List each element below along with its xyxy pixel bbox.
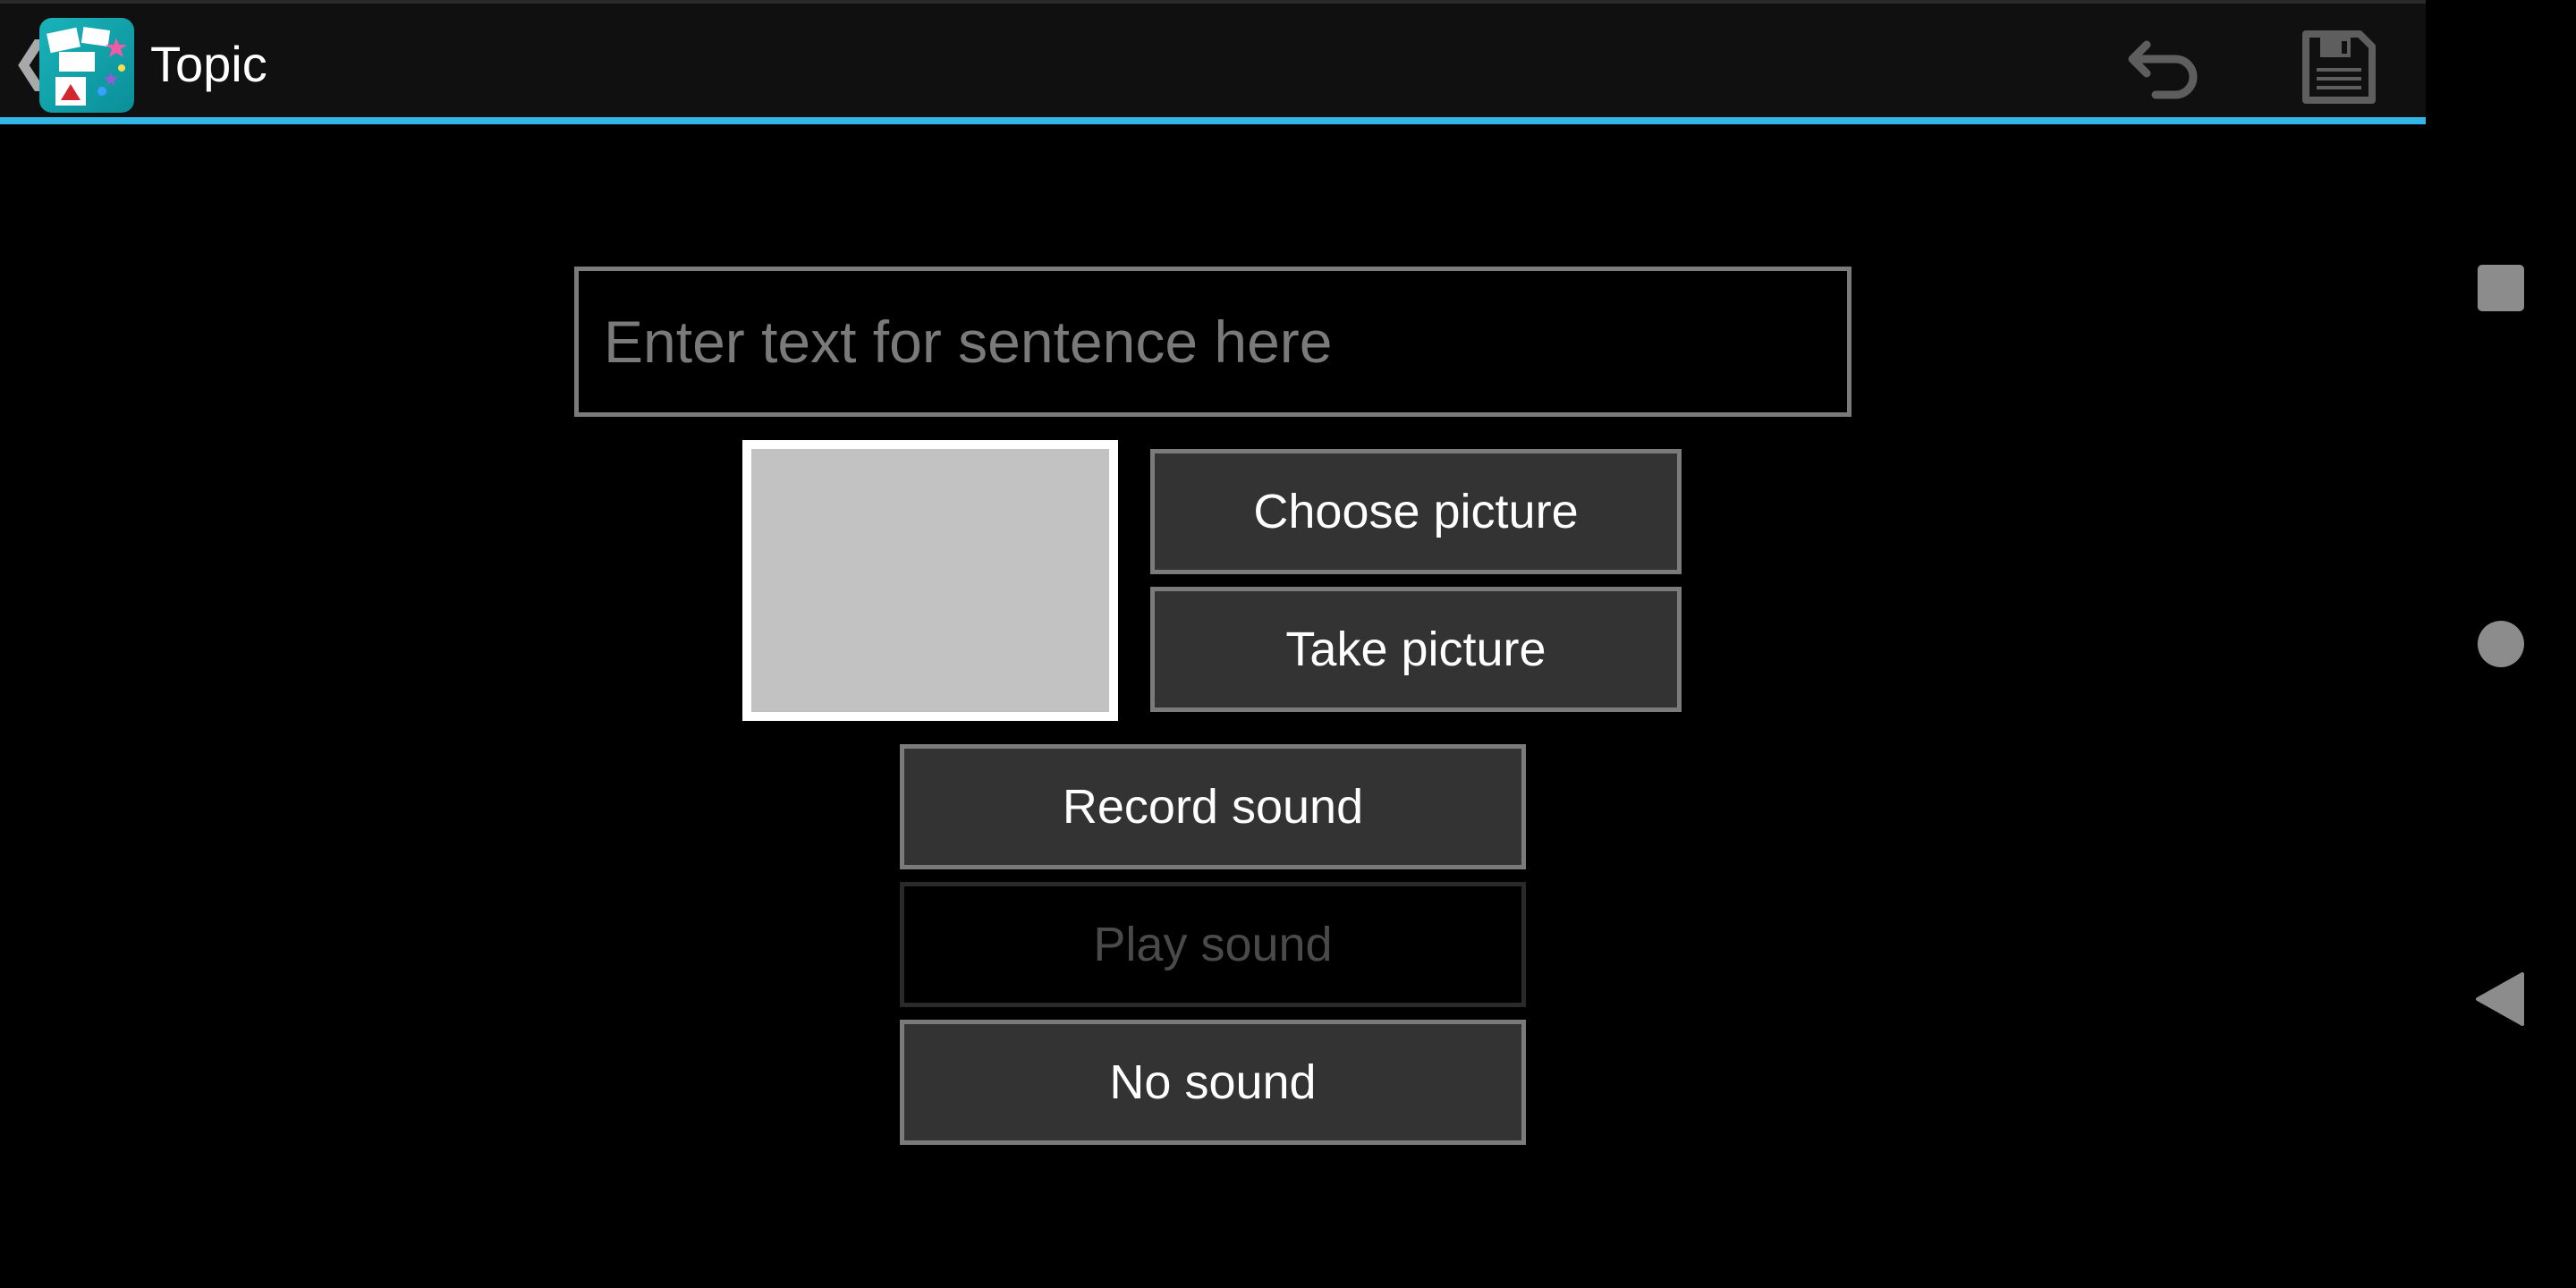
recents-square-icon[interactable] [2472, 259, 2529, 317]
no-sound-button[interactable]: No sound [900, 1020, 1526, 1145]
app-logo-icon[interactable] [39, 18, 134, 113]
take-picture-button[interactable]: Take picture [1150, 587, 1682, 712]
undo-icon[interactable] [2120, 21, 2209, 111]
page-title: Topic [150, 36, 267, 92]
system-nav-bar [2426, 0, 2576, 1288]
sentence-input[interactable] [574, 267, 1852, 417]
choose-picture-label: Choose picture [1253, 485, 1579, 538]
back-triangle-icon[interactable] [2472, 970, 2529, 1028]
take-picture-label: Take picture [1285, 623, 1546, 676]
picture-preview [742, 440, 1118, 721]
record-sound-label: Record sound [1062, 780, 1364, 834]
play-sound-label: Play sound [1093, 918, 1333, 971]
play-sound-button[interactable]: Play sound [900, 882, 1526, 1007]
screen: ❮ Topic Enter text for sentence here Cho… [0, 0, 2576, 1288]
floppy-disk-save-icon[interactable] [2293, 21, 2383, 111]
home-circle-icon[interactable] [2472, 615, 2529, 673]
action-bar-divider [0, 117, 2426, 124]
record-sound-button[interactable]: Record sound [900, 744, 1526, 869]
choose-picture-button[interactable]: Choose picture [1150, 449, 1682, 574]
no-sound-label: No sound [1109, 1055, 1317, 1109]
action-bar: ❮ Topic [0, 0, 2426, 120]
